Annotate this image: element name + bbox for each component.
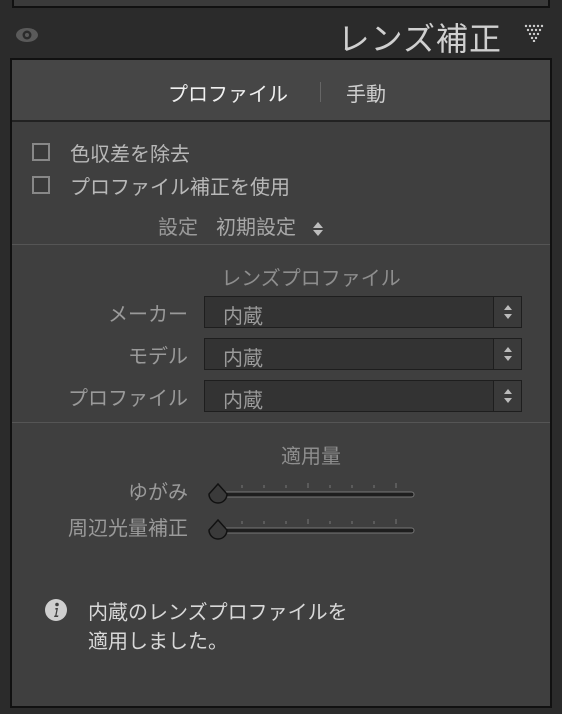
tab-manual[interactable]: 手動	[346, 78, 386, 107]
up-down-arrows-icon	[504, 305, 512, 319]
up-down-arrows-icon	[313, 221, 324, 236]
profile-select[interactable]: 内蔵	[204, 380, 522, 412]
section-divider	[12, 422, 550, 423]
tab-separator	[320, 82, 321, 102]
remove-chromatic-aberration-checkbox[interactable]	[32, 143, 50, 161]
make-select[interactable]: 内蔵	[204, 296, 522, 328]
vignetting-slider-thumb	[208, 518, 228, 540]
panel-title[interactable]: レンズ補正	[338, 14, 502, 60]
profile-value: 内蔵	[223, 388, 263, 412]
up-down-arrows-icon	[504, 347, 512, 361]
distortion-slider[interactable]	[208, 476, 416, 506]
section-divider	[12, 244, 550, 245]
enable-profile-correction-checkbox[interactable]	[32, 176, 50, 194]
setup-dropdown[interactable]: 初期設定	[216, 211, 324, 240]
enable-profile-correction-label: プロファイル補正を使用	[70, 174, 290, 199]
panel-header: レンズ補正	[0, 8, 562, 60]
setup-label: 設定	[158, 215, 198, 239]
up-down-arrows-icon	[504, 389, 512, 403]
profile-select-arrows[interactable]	[493, 381, 521, 411]
make-label: メーカー	[108, 302, 188, 326]
distortion-slider-thumb	[208, 482, 228, 504]
profile-label: プロファイル	[68, 386, 188, 410]
info-message: 内蔵のレンズプロファイルを 適用しました。	[88, 598, 508, 656]
vignetting-slider[interactable]	[208, 512, 416, 542]
info-message-line-1: 内蔵のレンズプロファイルを	[88, 600, 348, 624]
lens-correction-panel: プロファイル 手動 色収差を除去 プロファイル補正を使用 設定 初期設定 レンズ…	[10, 58, 552, 708]
make-select-arrows[interactable]	[493, 297, 521, 327]
remove-chromatic-aberration-row[interactable]: 色収差を除去	[32, 138, 190, 166]
lens-profile-section-title: レンズプロファイル	[221, 266, 401, 290]
previous-panel-edge	[12, 0, 550, 8]
setup-value: 初期設定	[216, 215, 296, 239]
amount-section-title: 適用量	[281, 444, 341, 468]
eye-icon[interactable]	[14, 22, 40, 48]
model-value: 内蔵	[223, 346, 263, 370]
model-label: モデル	[128, 344, 188, 368]
tab-bar: プロファイル 手動	[12, 60, 550, 122]
tab-profile[interactable]: プロファイル	[168, 78, 288, 107]
info-message-line-2: 適用しました。	[88, 629, 228, 653]
enable-profile-correction-row[interactable]: プロファイル補正を使用	[32, 171, 290, 199]
remove-chromatic-aberration-label: 色収差を除去	[70, 141, 190, 166]
model-select[interactable]: 内蔵	[204, 338, 522, 370]
make-value: 内蔵	[223, 304, 263, 328]
collapse-triangle-icon[interactable]	[524, 24, 544, 42]
model-select-arrows[interactable]	[493, 339, 521, 369]
info-icon	[45, 599, 67, 621]
distortion-label: ゆがみ	[128, 480, 188, 504]
vignetting-label: 周辺光量補正	[68, 516, 188, 540]
